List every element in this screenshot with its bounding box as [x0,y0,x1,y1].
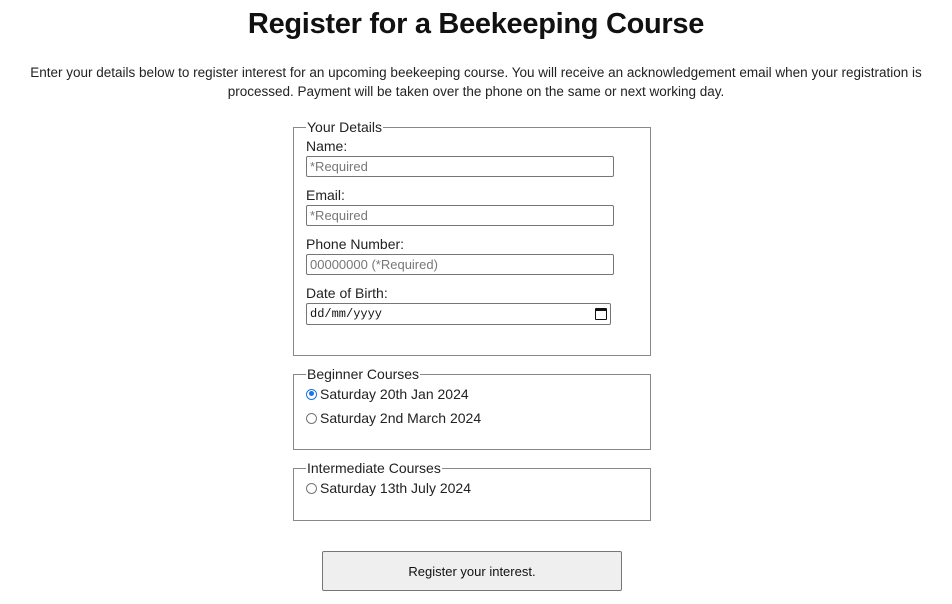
beginner-option-label: Saturday 20th Jan 2024 [320,386,469,402]
dob-placeholder: dd/mm/yyyy [310,307,383,321]
your-details-fieldset: Your Details Name: Email: Phone Number: … [293,119,651,356]
page-title: Register for a Beekeeping Course [247,8,705,40]
beginner-radio-2[interactable] [306,412,317,424]
your-details-legend: Your Details [307,119,382,135]
intro-text: Enter your details below to register int… [30,65,922,99]
phone-input[interactable] [306,254,614,275]
intermediate-option-label: Saturday 13th July 2024 [320,480,471,496]
beginner-option-label: Saturday 2nd March 2024 [320,410,482,426]
email-input[interactable] [306,205,614,226]
beginner-radio-1[interactable] [306,388,317,400]
registration-page: Register for a Beekeeping Course Enter y… [0,0,952,604]
dob-input[interactable]: dd/mm/yyyy [306,303,611,325]
intermediate-option-1[interactable]: Saturday 13th July 2024 [306,476,638,500]
intermediate-courses-legend: Intermediate Courses [307,460,441,476]
beginner-option-2[interactable]: Saturday 2nd March 2024 [306,406,638,430]
name-label: Name: [306,138,348,154]
beginner-option-1[interactable]: Saturday 20th Jan 2024 [306,382,638,406]
beginner-courses-legend: Beginner Courses [307,366,420,382]
dob-label: Date of Birth: [306,285,388,301]
register-button[interactable]: Register your interest. [322,551,622,591]
intermediate-radio-1[interactable] [306,482,317,494]
intermediate-courses-fieldset: Intermediate Courses Saturday 13th July … [293,460,651,521]
phone-label: Phone Number: [306,236,405,252]
calendar-icon[interactable] [595,308,607,320]
email-label: Email: [306,187,345,203]
beginner-courses-fieldset: Beginner Courses Saturday 20th Jan 2024 … [293,366,651,450]
name-input[interactable] [306,156,614,177]
